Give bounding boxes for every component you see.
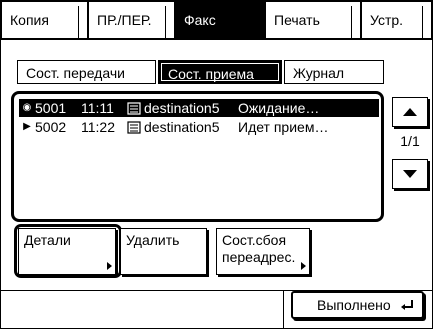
triangle-down-icon <box>403 170 417 178</box>
subtab-receive-status[interactable]: Сост. приема <box>158 60 282 84</box>
play-arrow-icon: ▶ <box>23 121 31 132</box>
job-time: 11:22 <box>81 119 115 135</box>
delete-button-label: Удалить <box>126 232 180 248</box>
subtab-transmit-status[interactable]: Сост. передачи <box>17 60 156 84</box>
tab-copy-label: Копия <box>10 12 49 28</box>
submenu-arrow-icon <box>107 262 112 270</box>
forward-error-line1: Сост.сбоя <box>222 232 287 248</box>
radio-selected-icon: ◉ <box>22 102 32 113</box>
tab-fax[interactable]: Факс <box>176 0 266 40</box>
tab-fax-label: Факс <box>184 12 216 28</box>
fax-address-book-icon <box>127 120 141 134</box>
job-status: Идет прием… <box>238 119 329 135</box>
done-button[interactable]: Выполнено <box>291 291 424 319</box>
delete-button[interactable]: Удалить <box>120 228 207 275</box>
job-status: Ожидание… <box>238 100 320 116</box>
subtab-journal-label: Журнал <box>293 65 345 81</box>
forward-error-line2: переадрес. <box>222 249 296 265</box>
scroll-up-button[interactable] <box>392 97 428 127</box>
status-bar-separator <box>283 291 284 329</box>
job-time: 11:11 <box>81 100 114 116</box>
details-button[interactable]: Детали <box>18 228 116 275</box>
details-button-label: Детали <box>24 232 71 248</box>
tab-device-label: Устр. <box>370 12 404 28</box>
tab-device[interactable]: Устр. <box>362 0 433 40</box>
scroll-down-button[interactable] <box>392 159 428 189</box>
submenu-arrow-icon <box>301 262 306 270</box>
job-destination: destination5 <box>144 100 220 116</box>
triangle-up-icon <box>403 108 417 116</box>
page-indicator: 1/1 <box>400 133 420 149</box>
subtab-journal[interactable]: Журнал <box>284 60 384 84</box>
job-row[interactable]: ◉ 5001 11:11 destination5 Ожидание… <box>19 99 379 117</box>
tab-copy[interactable]: Копия <box>0 0 89 40</box>
fax-address-book-icon <box>127 101 141 115</box>
tab-print[interactable]: Печать <box>266 0 362 40</box>
enter-key-icon <box>401 300 413 310</box>
tab-send-receive-label: ПР./ПЕР. <box>97 12 152 28</box>
job-list: ◉ 5001 11:11 destination5 Ожидание… ▶ 50… <box>11 91 384 222</box>
job-destination: destination5 <box>144 119 220 135</box>
subtab-transmit-status-label: Сост. передачи <box>26 65 125 81</box>
job-number: 5001 <box>35 100 67 116</box>
mode-tab-bar: Копия ПР./ПЕР. Факс Печать Устр. <box>0 0 433 40</box>
done-button-label: Выполнено <box>317 297 391 313</box>
job-number: 5002 <box>35 119 67 135</box>
job-row[interactable]: ▶ 5002 11:22 destination5 Идет прием… <box>19 118 379 136</box>
fax-status-screen: Копия ПР./ПЕР. Факс Печать Устр. Сост. п… <box>0 0 433 329</box>
tab-print-label: Печать <box>274 12 320 28</box>
subtab-receive-status-label: Сост. приема <box>168 66 254 82</box>
forward-error-status-button[interactable]: Сост.сбоя переадрес. <box>216 228 310 275</box>
tab-send-receive[interactable]: ПР./ПЕР. <box>89 0 176 40</box>
